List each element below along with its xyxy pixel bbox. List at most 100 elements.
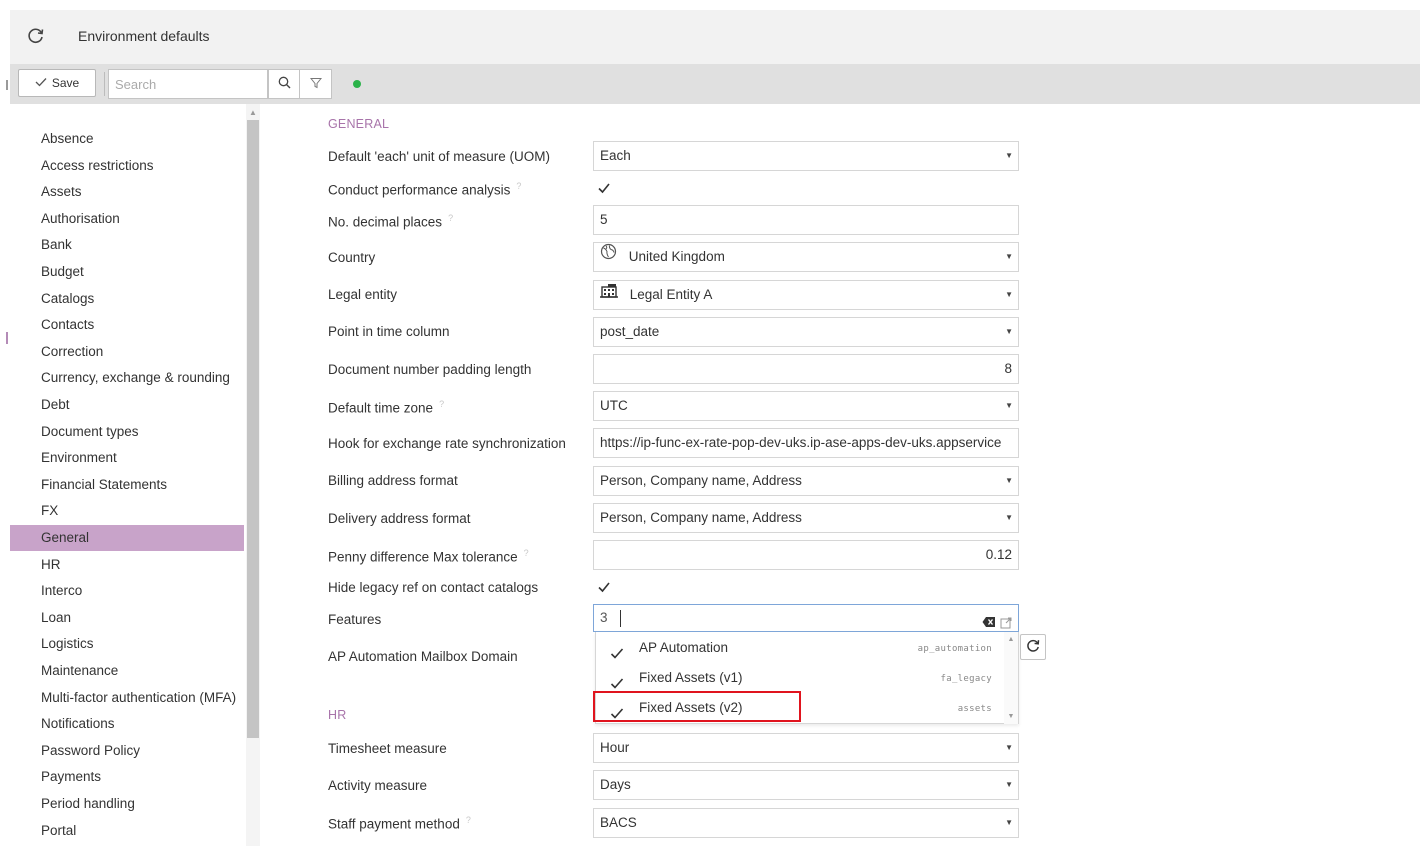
sidebar-item-correction[interactable]: Correction: [10, 339, 244, 365]
field-label-billing-format: Billing address format: [328, 473, 458, 488]
globe-icon: [600, 243, 617, 270]
sidebar-item-financial-statements[interactable]: Financial Statements: [10, 472, 244, 498]
sidebar-item-catalogs[interactable]: Catalogs: [10, 286, 244, 312]
text-cursor: [620, 610, 621, 627]
building-icon: [600, 281, 618, 308]
sidebar-item-access-restrictions[interactable]: Access restrictions: [10, 153, 244, 179]
features-option-code: ap_automation: [917, 644, 992, 654]
sidebar-item-contacts[interactable]: Contacts: [10, 312, 244, 338]
timesheet-measure-select[interactable]: Hour ▼: [593, 733, 1019, 763]
field-label-activity-measure: Activity measure: [328, 778, 428, 793]
features-option[interactable]: AP Automation ap_automation: [596, 633, 1000, 663]
sidebar-item-payments[interactable]: Payments: [10, 764, 244, 790]
chevron-down-icon: ▼: [1005, 401, 1013, 410]
features-option-label: Fixed Assets (v2): [639, 700, 743, 715]
section-title-hr: HR: [328, 708, 347, 722]
penny-tolerance-input[interactable]: 0.12: [593, 540, 1019, 570]
time-zone-select[interactable]: UTC ▼: [593, 391, 1019, 421]
sidebar-item-notifications[interactable]: Notifications: [10, 711, 244, 737]
delivery-format-select[interactable]: Person, Company name, Address ▼: [593, 503, 1019, 533]
search-icon: [278, 76, 291, 92]
help-icon[interactable]: ?: [448, 213, 453, 223]
help-icon[interactable]: ?: [524, 548, 529, 558]
chevron-down-icon: ▼: [1005, 513, 1013, 522]
legal-entity-select[interactable]: Legal Entity A ▼: [593, 280, 1019, 310]
field-label-mailbox-domain: AP Automation Mailbox Domain: [328, 649, 518, 664]
sidebar-item-absence[interactable]: Absence: [10, 126, 244, 152]
sidebar-scroll-thumb[interactable]: [247, 120, 259, 738]
toolbar: Save: [10, 64, 1420, 104]
field-label-text: Default time zone: [328, 400, 434, 416]
features-option-label: AP Automation: [639, 640, 729, 655]
scroll-down-arrow-icon[interactable]: ▼: [1004, 713, 1018, 720]
billing-format-select[interactable]: Person, Company name, Address ▼: [593, 466, 1019, 496]
sidebar-item-mfa[interactable]: Multi-factor authentication (MFA): [10, 685, 244, 711]
features-option[interactable]: Fixed Assets (v1) fa_legacy: [596, 663, 1000, 693]
sidebar-item-password-policy[interactable]: Password Policy: [10, 738, 244, 764]
sidebar-item-assets[interactable]: Assets: [10, 179, 244, 205]
staff-payment-select[interactable]: BACS ▼: [593, 808, 1019, 838]
sidebar-item-interco[interactable]: Interco: [10, 578, 244, 604]
activity-measure-select[interactable]: Days ▼: [593, 770, 1019, 800]
sidebar-item-period-handling[interactable]: Period handling: [10, 791, 244, 817]
chevron-down-icon: ▼: [1005, 743, 1013, 752]
sidebar-item-maintenance[interactable]: Maintenance: [10, 658, 244, 684]
point-in-time-select[interactable]: post_date ▼: [593, 317, 1019, 347]
field-label-penny-tolerance: Penny difference Max tolerance?: [328, 548, 529, 565]
features-multiselect-input[interactable]: 3: [593, 604, 1019, 632]
sidebar-item-bank[interactable]: Bank: [10, 232, 244, 258]
sidebar-item-document-types[interactable]: Document types: [10, 419, 244, 445]
sidebar-item-debt[interactable]: Debt: [10, 392, 244, 418]
decimal-places-input[interactable]: 5: [593, 205, 1019, 235]
sidebar-item-portal[interactable]: Portal: [10, 818, 244, 844]
timesheet-measure-value: Hour: [600, 740, 630, 755]
sidebar-item-authorisation[interactable]: Authorisation: [10, 206, 244, 232]
edge-marker: [6, 80, 8, 90]
field-label-time-zone: Default time zone?: [328, 399, 444, 416]
field-label-features: Features: [328, 612, 382, 627]
help-icon[interactable]: ?: [516, 181, 521, 191]
sidebar-item-loan[interactable]: Loan: [10, 605, 244, 631]
dropdown-scrollbar[interactable]: ▲ ▼: [1004, 632, 1018, 724]
help-icon[interactable]: ?: [439, 399, 444, 409]
field-label-point-in-time: Point in time column: [328, 324, 450, 339]
chevron-down-icon: ▼: [1005, 476, 1013, 485]
mailbox-refresh-button[interactable]: [1020, 634, 1046, 660]
field-label-text: Staff payment method: [328, 816, 460, 832]
doc-padding-value: 8: [1004, 361, 1012, 376]
default-uom-select[interactable]: Each ▼: [593, 141, 1019, 171]
exchange-hook-input[interactable]: https://ip-func-ex-rate-pop-dev-uks.ip-a…: [593, 428, 1019, 458]
help-icon[interactable]: ?: [466, 815, 471, 825]
hide-legacy-ref-checkbox[interactable]: [597, 580, 611, 594]
scroll-up-arrow-icon[interactable]: ▲: [1004, 636, 1018, 643]
doc-padding-input[interactable]: 8: [593, 354, 1019, 384]
activity-measure-value: Days: [600, 777, 631, 792]
field-label-text: Conduct performance analysis: [328, 182, 511, 198]
search-input[interactable]: [108, 69, 268, 99]
features-option[interactable]: Fixed Assets (v2) assets: [596, 693, 1000, 723]
sidebar-item-hr[interactable]: HR: [10, 552, 244, 578]
filter-button[interactable]: [300, 69, 332, 99]
sidebar-item-logistics[interactable]: Logistics: [10, 631, 244, 657]
perf-analysis-checkbox[interactable]: [597, 181, 611, 195]
sidebar-item-currency[interactable]: Currency, exchange & rounding: [10, 365, 244, 391]
search-button[interactable]: [268, 69, 300, 99]
field-label-timesheet-measure: Timesheet measure: [328, 741, 447, 756]
sidebar-item-general[interactable]: General: [10, 525, 244, 551]
section-title-general: GENERAL: [328, 117, 390, 131]
field-label-perf-analysis: Conduct performance analysis?: [328, 181, 521, 198]
staff-payment-value: BACS: [600, 815, 637, 830]
sidebar-item-environment[interactable]: Environment: [10, 445, 244, 471]
save-button[interactable]: Save: [18, 69, 96, 97]
checkmark-icon: [610, 701, 624, 731]
delivery-format-value: Person, Company name, Address: [600, 510, 802, 525]
sidebar-item-budget[interactable]: Budget: [10, 259, 244, 285]
scroll-up-arrow-icon[interactable]: ▲: [247, 108, 259, 118]
status-indicator: [353, 80, 361, 88]
field-label-staff-payment: Staff payment method?: [328, 815, 471, 832]
exchange-hook-value: https://ip-func-ex-rate-pop-dev-uks.ip-a…: [600, 435, 1002, 450]
country-select[interactable]: United Kingdom ▼: [593, 242, 1019, 272]
toolbar-divider: [104, 72, 105, 96]
refresh-icon[interactable]: [26, 26, 46, 46]
sidebar-item-fx[interactable]: FX: [10, 498, 244, 524]
